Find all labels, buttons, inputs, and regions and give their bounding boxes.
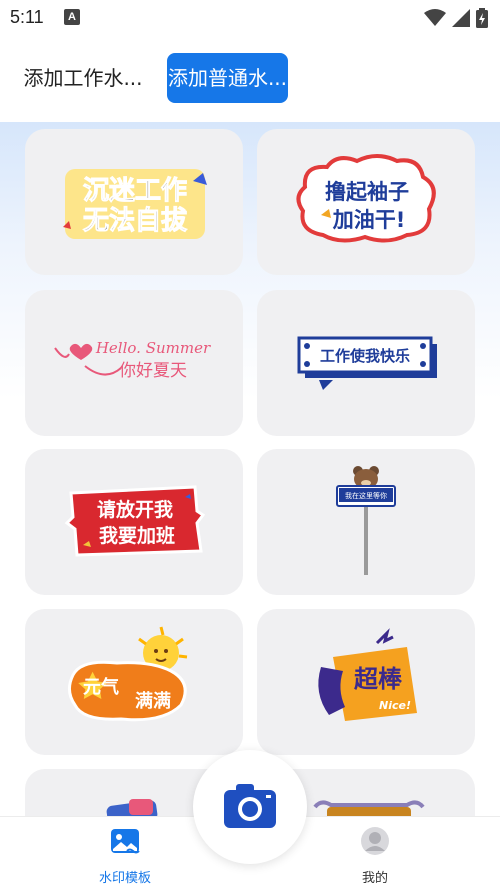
sticker-line-1: 请放开我 (97, 498, 173, 521)
status-time: 5:11 (10, 7, 44, 27)
a-icon: A (64, 9, 80, 25)
sticker-graphic: 工作使我快乐 (297, 336, 437, 390)
sticker-graphic: 请放开我 我要加班 (64, 485, 206, 557)
nav-label-mine: 我的 (361, 871, 388, 886)
sticker-line-1: 工作使我快乐 (320, 347, 410, 365)
template-card[interactable]: 我在这里等你 (257, 449, 475, 595)
template-card[interactable]: 超棒 Nice! (257, 609, 475, 755)
signal-icon (452, 9, 470, 27)
wifi-icon (424, 9, 446, 26)
sticker-graphic: 元气 满满 (68, 626, 188, 722)
sticker-graphic: 撸起袖子 加油干! (296, 154, 436, 243)
template-card[interactable]: 沉迷工作 无法自拔 (25, 129, 243, 275)
tab-add-normal-watermark[interactable]: 添加普通水... (167, 53, 288, 103)
template-card[interactable]: 撸起袖子 加油干! (257, 129, 475, 275)
template-card[interactable]: 工作使我快乐 (257, 290, 475, 436)
sticker-line-2: 我要加班 (99, 524, 175, 547)
nav-label-templates: 水印模板 (98, 871, 151, 886)
status-bar: 5:11 A (0, 0, 500, 36)
image-icon (111, 829, 140, 854)
sticker-graphic: 超棒 Nice! (318, 628, 417, 721)
sticker-line-1: 超棒 (354, 665, 403, 693)
sticker-graphic: 我在这里等你 (336, 466, 396, 575)
nav-my-profile[interactable]: 我的 (320, 817, 430, 888)
sticker-graphic: 沉迷工作 无法自拔 (63, 169, 207, 239)
sticker-line-2: Nice! (379, 699, 411, 712)
status-icons (424, 7, 488, 29)
camera-icon (224, 784, 276, 828)
battery-icon (476, 8, 488, 28)
tab-add-work-watermark[interactable]: 添加工作水... (14, 53, 152, 103)
sticker-line-1: 沉迷工作 (83, 176, 187, 206)
template-grid: 沉迷工作 无法自拔 撸起袖子 加油干! Hello. Summer 你好夏天 工… (0, 122, 500, 816)
template-card[interactable]: Hello. Summer 你好夏天 (25, 290, 243, 436)
camera-button[interactable] (193, 750, 307, 864)
sticker-line-2: 加油干! (332, 208, 406, 232)
sticker-line-1: 撸起袖子 (325, 180, 409, 204)
nav-watermark-templates[interactable]: 水印模板 (70, 817, 180, 888)
sticker-line-2: 满满 (135, 690, 171, 712)
template-card[interactable]: 元气 满满 (25, 609, 243, 755)
watermark-tabs: 添加工作水... 添加普通水... (0, 36, 500, 122)
profile-icon (361, 827, 389, 855)
sticker-line-1: 我在这里等你 (345, 491, 387, 500)
sticker-graphic: Hello. Summer 你好夏天 (54, 339, 211, 381)
sticker-line-1: Hello. Summer (95, 339, 211, 357)
sticker-line-1: 元气 (83, 676, 119, 698)
sticker-line-2: 无法自拔 (83, 205, 188, 236)
sticker-line-2: 你好夏天 (119, 361, 187, 381)
template-card[interactable]: 请放开我 我要加班 (25, 449, 243, 595)
